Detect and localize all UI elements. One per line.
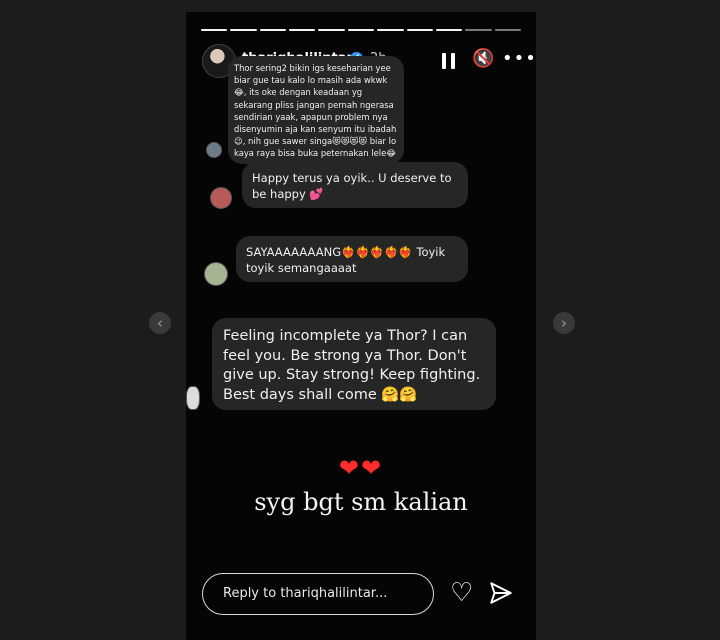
progress-segment xyxy=(289,29,316,31)
story-viewer: thariqhalilintar ✔ 2h 🔇 ••• Thor sering2… xyxy=(186,12,536,640)
more-options-icon[interactable]: ••• xyxy=(502,49,536,69)
heart-icon[interactable]: ♡ xyxy=(450,578,473,608)
commenter-avatar xyxy=(210,187,232,209)
progress-segment xyxy=(347,29,375,31)
progress-segment xyxy=(465,29,492,31)
send-icon[interactable] xyxy=(488,580,514,606)
progress-segment xyxy=(318,29,345,31)
comment-bubble: Feeling incomplete ya Thor? I can feel y… xyxy=(212,318,496,410)
commenter-avatar xyxy=(186,386,200,410)
progress-segment xyxy=(435,29,463,31)
comment-bubble: Thor sering2 bikin igs keseharian yee bi… xyxy=(228,56,404,164)
comment-bubble: Happy terus ya oyik.. U deserve to be ha… xyxy=(242,162,468,208)
reply-input[interactable]: Reply to thariqhalilintar... xyxy=(202,573,434,615)
progress-segment xyxy=(259,29,287,31)
previous-story-button[interactable]: ‹ xyxy=(149,312,171,334)
progress-segment xyxy=(494,29,521,31)
progress-segment xyxy=(406,29,433,31)
comment-bubble: SAYAAAAAAANG❤️‍🔥❤️‍🔥❤️‍🔥❤️‍🔥❤️‍🔥 Toyik t… xyxy=(236,236,468,282)
story-caption: syg bgt sm kalian xyxy=(254,488,468,516)
next-story-button[interactable]: › xyxy=(553,312,575,334)
progress-segment xyxy=(377,29,404,31)
story-progress-bar xyxy=(201,29,521,31)
commenter-avatar xyxy=(204,262,228,286)
progress-segment xyxy=(201,29,228,31)
commenter-avatar xyxy=(206,142,222,158)
progress-segment xyxy=(230,29,257,31)
hearts-emoji: ❤❤ xyxy=(338,454,384,482)
pause-icon[interactable] xyxy=(442,53,456,69)
mute-icon[interactable]: 🔇 xyxy=(472,49,494,69)
